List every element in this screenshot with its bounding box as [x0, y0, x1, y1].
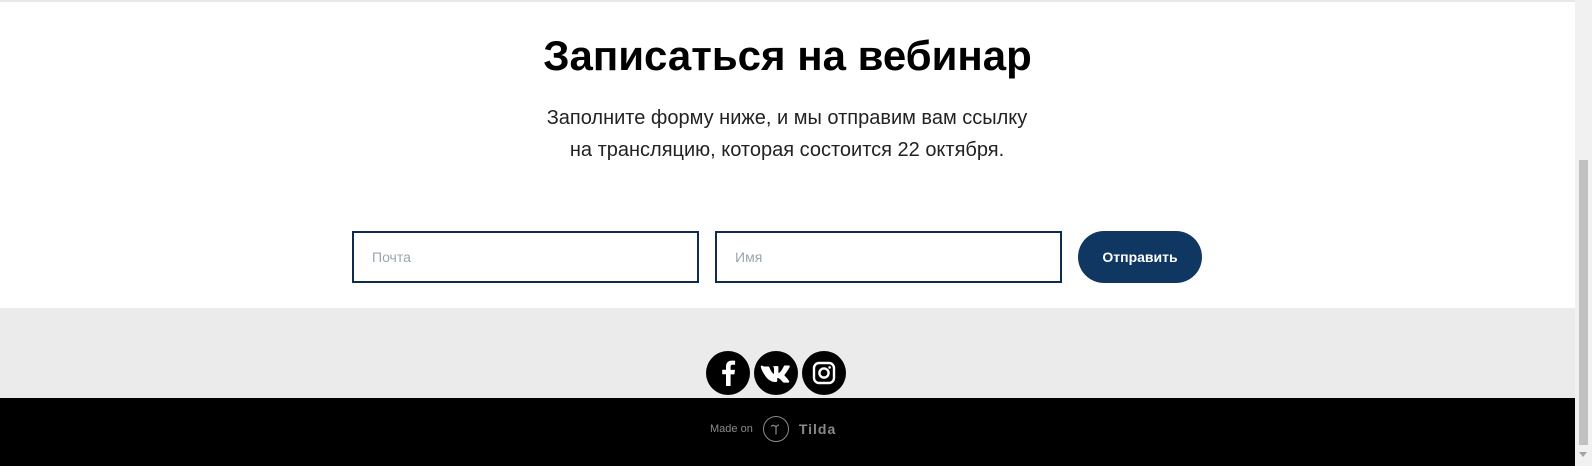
instagram-link[interactable] — [802, 351, 846, 395]
webinar-signup-section: Записаться на вебинар Заполните форму ни… — [0, 2, 1575, 308]
vk-link[interactable] — [754, 351, 798, 395]
made-on-tilda-link[interactable]: Made on Tilda — [710, 415, 836, 443]
name-field[interactable] — [715, 231, 1062, 283]
description-line-1: Заполните форму ниже, и мы отправим вам … — [546, 107, 1028, 129]
browser-viewport: Записаться на вебинар Заполните форму ни… — [0, 0, 1592, 466]
vk-icon — [760, 365, 790, 383]
scroll-down-arrow-icon[interactable] — [1579, 452, 1587, 457]
vertical-scrollbar[interactable] — [1575, 0, 1592, 466]
tilda-brand: Tilda — [798, 421, 837, 437]
page-content: Записаться на вебинар Заполните форму ни… — [0, 0, 1575, 466]
made-on-label: Made on — [710, 423, 753, 435]
footer: Made on Tilda — [0, 398, 1575, 466]
page-title: Записаться на вебинар — [543, 32, 1032, 79]
instagram-icon — [812, 361, 836, 385]
description-line-2: на трансляцию, которая состоится 22 октя… — [569, 139, 1005, 161]
facebook-icon — [722, 360, 736, 386]
email-field[interactable] — [352, 231, 699, 283]
social-links-section — [0, 308, 1575, 398]
submit-button[interactable]: Отправить — [1078, 231, 1202, 283]
form-description: Заполните форму ниже, и мы отправим вам … — [487, 102, 1087, 166]
tilda-logo-icon — [762, 416, 789, 442]
social-icons — [706, 351, 846, 395]
scrollbar-thumb[interactable] — [1579, 160, 1588, 445]
facebook-link[interactable] — [706, 351, 750, 395]
